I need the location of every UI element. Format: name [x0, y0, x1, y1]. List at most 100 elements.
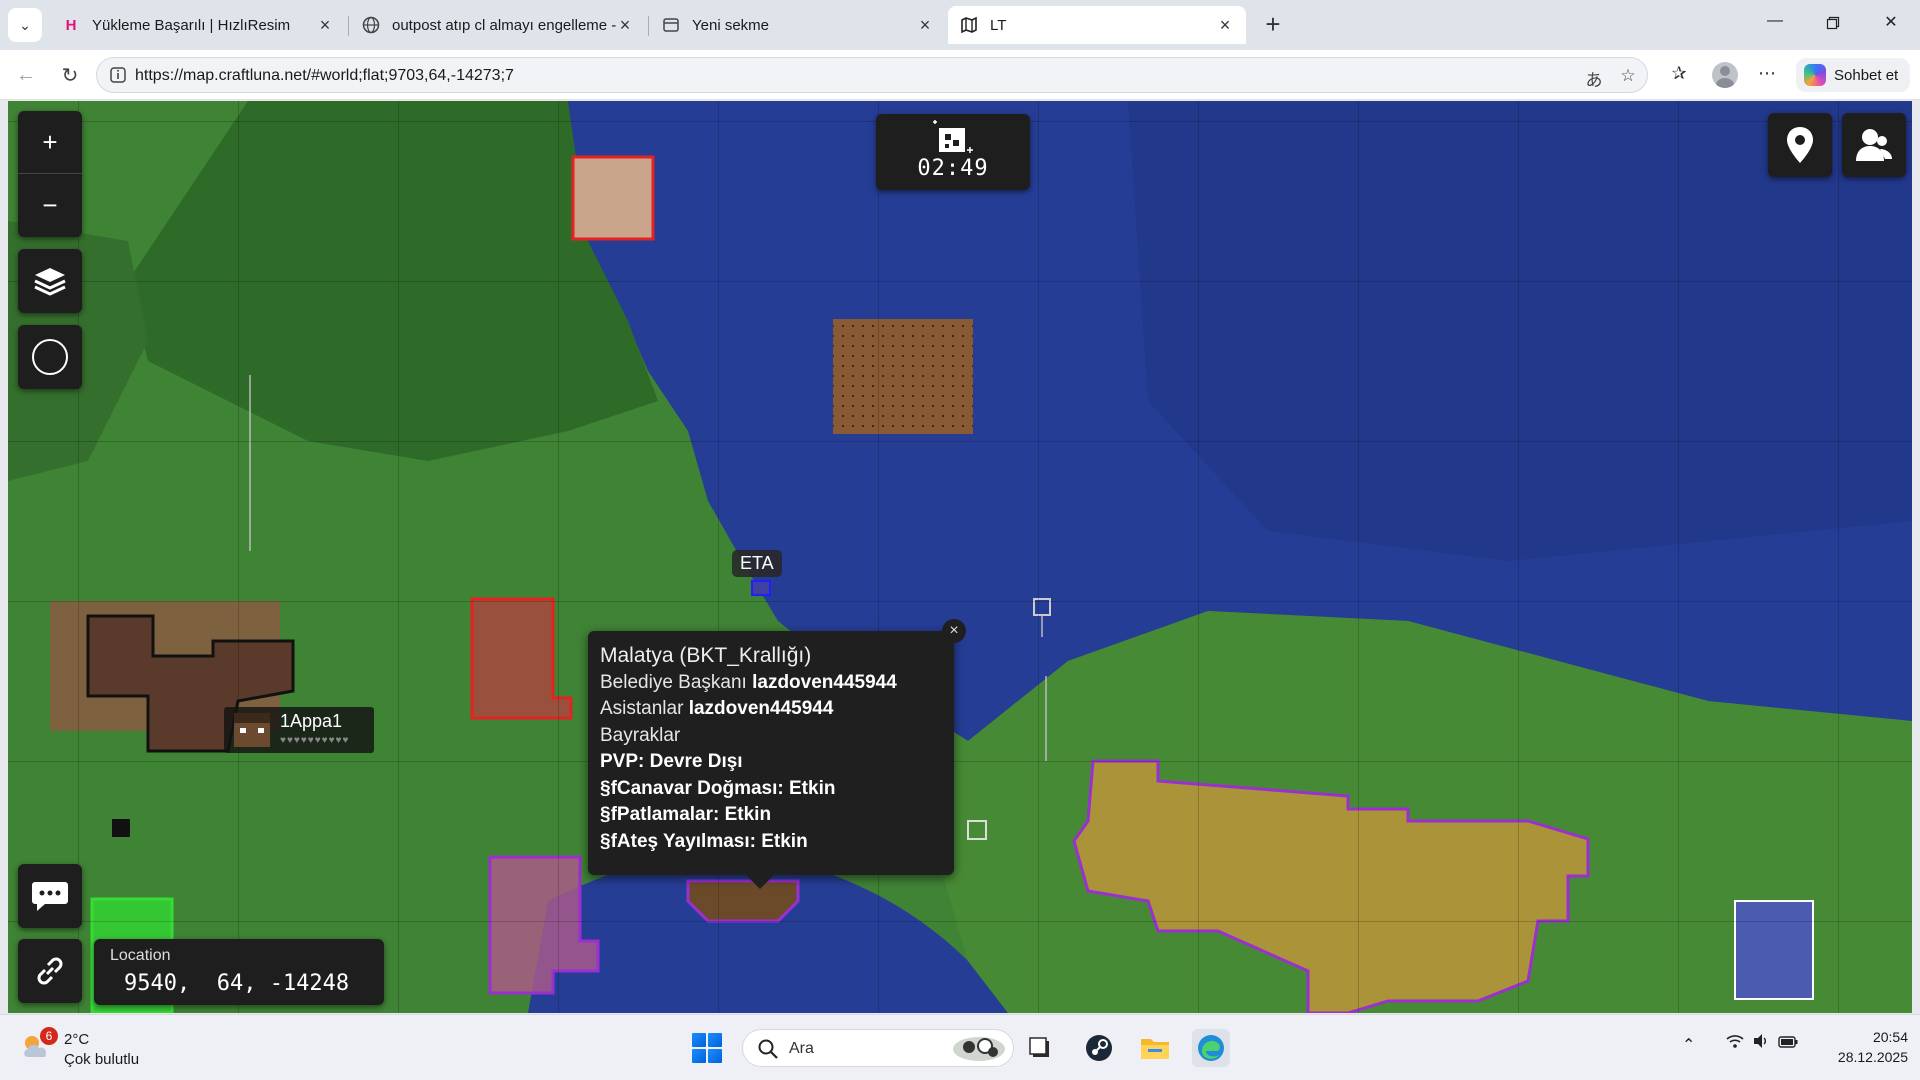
- tab-divider: [348, 16, 349, 36]
- minimize-icon[interactable]: —: [1760, 12, 1790, 36]
- profile-avatar-icon[interactable]: [1712, 62, 1738, 88]
- blue-claim: [1734, 900, 1814, 1000]
- copilot-label: Sohbet et: [1834, 66, 1899, 84]
- player-health-icon: ♥♥♥♥♥♥♥♥♥♥: [280, 735, 350, 746]
- site-info-icon[interactable]: [109, 66, 127, 89]
- edge-app-button[interactable]: [1192, 1029, 1230, 1067]
- fire-spread-flag: §fAteş Yayılması: Etkin: [600, 830, 808, 852]
- zoom-in-button[interactable]: +: [18, 111, 82, 174]
- search-label: Ara: [789, 1040, 814, 1057]
- link-icon: [37, 957, 63, 985]
- circle-icon: [32, 339, 68, 375]
- restore-icon[interactable]: [1818, 12, 1848, 36]
- player-head-icon: [234, 713, 270, 747]
- eta-claim: [751, 580, 771, 596]
- hizliresim-favicon-icon: H: [65, 16, 77, 34]
- circle-tool-button[interactable]: [18, 325, 82, 389]
- folder-icon: [1141, 1039, 1169, 1059]
- location-readout: Location 9540, 64, -14248: [94, 939, 384, 1005]
- copilot-icon: [1804, 64, 1826, 86]
- tab-hizliresim[interactable]: H Yükleme Başarılı | HızlıResim ×: [50, 6, 346, 44]
- moon-phase-icon: [933, 120, 973, 153]
- location-coordinates: 9540, 64, -14248: [124, 971, 350, 996]
- copilot-chat-button[interactable]: Sohbet et: [1796, 58, 1910, 92]
- weather-alert-badge: 6: [40, 1027, 58, 1045]
- back-arrow-icon[interactable]: ←: [12, 61, 40, 89]
- flags-heading: Bayraklar: [600, 724, 681, 746]
- browser-toolbar: ← ↻ https://map.craftluna.net/#world;fla…: [0, 50, 1920, 100]
- more-options-icon[interactable]: ⋯: [1754, 63, 1780, 89]
- tab-list-button[interactable]: ⌄: [8, 8, 42, 42]
- new-tab-button[interactable]: +: [1258, 10, 1288, 40]
- link-button[interactable]: [18, 939, 82, 1003]
- players-button[interactable]: [1842, 113, 1906, 177]
- favorite-star-icon[interactable]: ☆: [1617, 66, 1639, 88]
- close-popup-icon[interactable]: ×: [942, 619, 966, 643]
- search-icon: [758, 1039, 778, 1059]
- weather-condition: Çok bulutlu: [64, 1051, 140, 1068]
- town-info-popup: × Malatya (BKT_Krallığı) Belediye Başkan…: [588, 619, 966, 889]
- close-tab-icon[interactable]: ×: [1216, 15, 1234, 36]
- close-window-icon[interactable]: ✕: [1876, 12, 1906, 36]
- world-clock: 02:49: [876, 114, 1030, 190]
- task-view-button[interactable]: [1022, 1029, 1060, 1067]
- red-claim-top: [571, 155, 655, 241]
- close-tab-icon[interactable]: ×: [616, 15, 634, 36]
- layers-button[interactable]: [18, 249, 82, 313]
- url-text[interactable]: https://map.craftluna.net/#world;flat;97…: [135, 67, 514, 85]
- task-view-icon: [1029, 1037, 1049, 1057]
- start-button[interactable]: [692, 1033, 722, 1063]
- mayor-line: Belediye Başkanı lazdoven445944: [600, 670, 942, 697]
- show-hidden-icons-icon[interactable]: ⌃: [1682, 1035, 1695, 1055]
- eta-marker-label[interactable]: ETA: [732, 550, 782, 577]
- assistants-name: lazdoven445944: [688, 698, 834, 719]
- steam-app-button[interactable]: [1080, 1029, 1118, 1067]
- zoom-control: + −: [18, 111, 82, 237]
- layers-icon: [34, 268, 66, 296]
- chat-button[interactable]: [18, 864, 82, 928]
- wifi-icon[interactable]: [1726, 1033, 1744, 1054]
- tab-strip: ⌄ H Yükleme Başarılı | HızlıResim × outp…: [0, 0, 1920, 50]
- tab-lt[interactable]: LT ×: [948, 6, 1246, 44]
- tab-title: outpost atıp cl almayı engelleme -: [392, 16, 616, 34]
- players-icon: [1856, 129, 1892, 161]
- markers-button[interactable]: [1768, 113, 1832, 177]
- file-explorer-button[interactable]: [1136, 1029, 1174, 1067]
- player-name: 1Appa1: [280, 711, 343, 731]
- tab-title: LT: [990, 16, 1007, 34]
- mayor-name: lazdoven445944: [752, 671, 897, 693]
- clock-time: 02:49: [917, 156, 989, 181]
- assistants-label: Asistanlar: [600, 698, 684, 719]
- close-tab-icon[interactable]: ×: [916, 15, 934, 36]
- close-tab-icon[interactable]: ×: [316, 15, 334, 36]
- translate-icon[interactable]: あ: [1583, 66, 1605, 90]
- taskbar-clock[interactable]: 20:54 28.12.2025: [1818, 1027, 1908, 1067]
- chat-icon: [32, 882, 68, 911]
- farm-texture: [833, 319, 973, 434]
- steam-icon: [1086, 1035, 1112, 1061]
- mob-spawn-flag: §fCanavar Doğması: Etkin: [600, 777, 836, 799]
- favorites-icon[interactable]: ✰: [1666, 63, 1692, 89]
- windows-taskbar: 6 2°C Çok bulutlu Ara ⌃ 20:54 28.12.2025: [0, 1014, 1920, 1080]
- zoom-out-button[interactable]: −: [18, 174, 82, 237]
- map-viewport[interactable]: + − 02:49 ETA 1Appa1 ♥♥♥♥♥♥♥♥♥♥ × Malaty…: [8, 101, 1912, 1013]
- tab-new-tab[interactable]: Yeni sekme ×: [650, 6, 946, 44]
- player-marker[interactable]: 1Appa1 ♥♥♥♥♥♥♥♥♥♥: [224, 707, 374, 753]
- taskbar-time: 20:54: [1872, 1029, 1908, 1045]
- malatya-claim: [686, 879, 800, 923]
- pvp-flag: PVP: Devre Dışı: [600, 751, 743, 772]
- taskbar-search[interactable]: Ara: [742, 1029, 1014, 1067]
- tab-title: Yeni sekme: [692, 16, 769, 34]
- battery-icon[interactable]: [1778, 1035, 1798, 1053]
- address-bar[interactable]: https://map.craftluna.net/#world;flat;97…: [96, 57, 1648, 93]
- taskbar-date: 28.12.2025: [1837, 1049, 1908, 1065]
- reload-icon[interactable]: ↻: [56, 61, 84, 89]
- volume-icon[interactable]: [1752, 1033, 1770, 1054]
- explosions-flag: §fPatlamalar: Etkin: [600, 804, 772, 825]
- mayor-label: Belediye Başkanı: [600, 671, 747, 693]
- assistants-line: Asistanlar lazdoven445944: [600, 696, 942, 723]
- red-claim: [470, 597, 573, 720]
- new-tab-favicon-icon: [662, 16, 680, 34]
- tab-outpost[interactable]: outpost atıp cl almayı engelleme - ×: [350, 6, 646, 44]
- map-terrain: [8, 101, 1912, 1013]
